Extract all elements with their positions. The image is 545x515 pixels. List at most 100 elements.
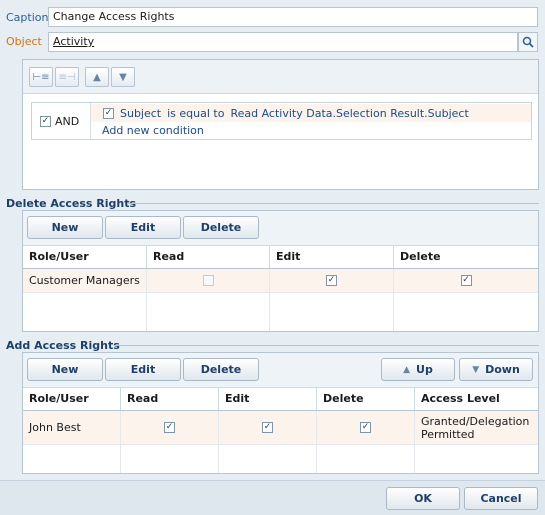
add-rights-header: Role/User Read Edit Delete Access Level [23,387,538,411]
object-lookup-button[interactable] [518,32,538,52]
table-row[interactable]: Customer Managers ✓ ✓ ✓ [23,269,538,293]
cell-role: Customer Managers [23,269,147,292]
cell-read: ✓ [147,269,270,292]
add-rights-down-button[interactable]: ▼ Down [459,358,533,381]
filter-panel: ⊢≡ ≡⊣ ▲ ▼ ✓ AND ✓ Subject is equal to Re… [22,59,539,190]
delete-checkbox[interactable]: ✓ [460,275,472,286]
button-label: Up [416,363,433,376]
empty-cell [219,445,317,473]
button-label: Delete [200,221,242,234]
button-label: OK [414,492,432,505]
add-rights-title: Add Access Rights [6,339,120,352]
cell-edit: ✓ [219,411,317,444]
empty-cell [415,445,538,473]
button-label: Delete [200,363,242,376]
group-enabled-checkbox[interactable]: ✓ [40,116,51,127]
cancel-button[interactable]: Cancel [464,487,538,510]
delete-rights-header: Role/User Read Edit Delete [23,245,538,269]
condition-row[interactable]: ✓ Subject is equal to Read Activity Data… [91,104,531,122]
group-operator-label: AND [55,115,80,128]
arrow-down-icon: ▼ [472,364,480,375]
object-field[interactable]: Activity [48,32,518,52]
arrow-up-icon: ▲ [93,71,101,83]
add-rights-delete-button[interactable]: Delete [183,358,259,381]
button-label: Cancel [480,492,522,505]
add-condition-link[interactable]: Add new condition [102,124,204,137]
cell-access-level[interactable]: Granted/Delegation Permitted [415,411,538,444]
condition-value[interactable]: Read Activity Data.Selection Result.Subj… [230,107,468,120]
delete-checkbox[interactable]: ✓ [360,422,371,433]
button-label: Edit [130,363,156,376]
move-down-button[interactable]: ▼ [111,67,135,87]
read-checkbox[interactable]: ✓ [164,422,175,433]
column-header-delete[interactable]: Delete [394,246,538,268]
empty-cell [270,293,394,331]
cell-read: ✓ [121,411,219,444]
arrow-up-icon: ▲ [403,364,411,375]
empty-cell [23,293,147,331]
cell-delete: ✓ [394,269,538,292]
condition-enabled-checkbox[interactable]: ✓ [103,107,114,119]
cell-delete: ✓ [317,411,415,444]
filter-toolbar: ⊢≡ ≡⊣ ▲ ▼ [23,60,538,94]
empty-cell [394,293,538,331]
delete-rights-new-button[interactable]: New [27,216,103,239]
delete-rights-title: Delete Access Rights [6,197,137,210]
move-up-button[interactable]: ▲ [85,67,109,87]
object-value: Activity [53,35,95,48]
column-header-read[interactable]: Read [147,246,270,268]
condition-operator[interactable]: is equal to [167,107,224,120]
empty-cell [317,445,415,473]
column-header-edit[interactable]: Edit [219,388,317,410]
delete-rights-edit-button[interactable]: Edit [105,216,181,239]
table-row[interactable]: John Best ✓ ✓ ✓ Granted/Delegation Permi… [23,411,538,445]
button-label: New [51,363,79,376]
group-icon: ⊢≡ [32,71,50,83]
delete-rights-delete-button[interactable]: Delete [183,216,259,239]
empty-row [23,293,538,331]
button-label: New [51,221,79,234]
button-label: Edit [130,221,156,234]
ungroup-conditions-button[interactable]: ≡⊣ [55,67,79,87]
column-header-access-level[interactable]: Access Level [415,388,538,410]
caption-label: Caption [6,11,49,24]
empty-row [23,445,538,473]
column-header-role[interactable]: Role/User [23,388,121,410]
empty-cell [121,445,219,473]
delete-rights-grid: New Edit Delete Role/User Read Edit Dele… [22,210,539,332]
section-divider [128,203,539,204]
add-rights-toolbar: New Edit Delete ▲ Up ▼ Down [23,353,538,387]
delete-rights-toolbar: New Edit Delete [23,211,538,245]
arrow-down-icon: ▼ [119,71,127,83]
caption-field[interactable]: Change Access Rights [48,7,538,27]
access-level-text: Permitted [421,427,475,441]
cell-role: John Best [23,411,121,444]
edit-checkbox[interactable]: ✓ [262,422,273,433]
column-header-delete[interactable]: Delete [317,388,415,410]
dialog-footer: OK Cancel [0,480,545,515]
empty-cell [147,293,270,331]
group-conditions-button[interactable]: ⊢≡ [29,67,53,87]
column-header-read[interactable]: Read [121,388,219,410]
object-label: Object [6,35,42,48]
caption-value: Change Access Rights [53,10,175,23]
ok-button[interactable]: OK [386,487,460,510]
group-operator[interactable]: ✓ AND [40,115,79,128]
ungroup-icon: ≡⊣ [58,71,76,83]
read-checkbox[interactable]: ✓ [202,275,214,286]
add-rights-up-button[interactable]: ▲ Up [381,358,455,381]
add-rights-new-button[interactable]: New [27,358,103,381]
edit-checkbox[interactable]: ✓ [326,275,337,286]
column-header-edit[interactable]: Edit [270,246,394,268]
cell-edit: ✓ [270,269,394,292]
add-rights-grid: New Edit Delete ▲ Up ▼ Down Role/User Read… [22,352,539,474]
search-icon [522,36,534,48]
add-rights-edit-button[interactable]: Edit [105,358,181,381]
access-level-text: Granted/Delegation [421,414,530,428]
condition-column[interactable]: Subject [120,107,161,120]
column-header-role[interactable]: Role/User [23,246,147,268]
empty-cell [23,445,121,473]
button-label: Down [485,363,520,376]
section-divider [114,345,539,346]
condition-group: ✓ AND ✓ Subject is equal to Read Activit… [31,102,532,140]
